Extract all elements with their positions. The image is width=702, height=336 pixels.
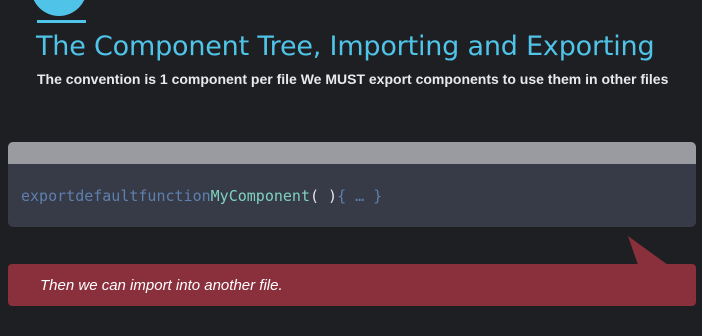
code-function-body: { … } (337, 186, 383, 205)
callout-box: Then we can import into another file. (8, 264, 696, 306)
slide-subtitle: The convention is 1 component per file W… (37, 71, 669, 87)
logo-circle-icon (31, 0, 87, 16)
slide-title: The Component Tree, Importing and Export… (36, 31, 655, 62)
code-block-header (8, 142, 696, 164)
code-keyword-function: function (138, 186, 211, 205)
code-line: export default function MyComponent( ) {… (8, 164, 696, 227)
code-block: export default function MyComponent( ) {… (8, 142, 696, 227)
code-keyword-default: default (75, 186, 139, 205)
callout-pointer-icon (628, 236, 668, 265)
code-keyword-export: export (21, 186, 76, 205)
code-parens: ( ) (310, 186, 338, 205)
callout-text: Then we can import into another file. (40, 276, 283, 294)
title-accent-bar (37, 20, 86, 23)
code-function-name: MyComponent (210, 186, 310, 205)
